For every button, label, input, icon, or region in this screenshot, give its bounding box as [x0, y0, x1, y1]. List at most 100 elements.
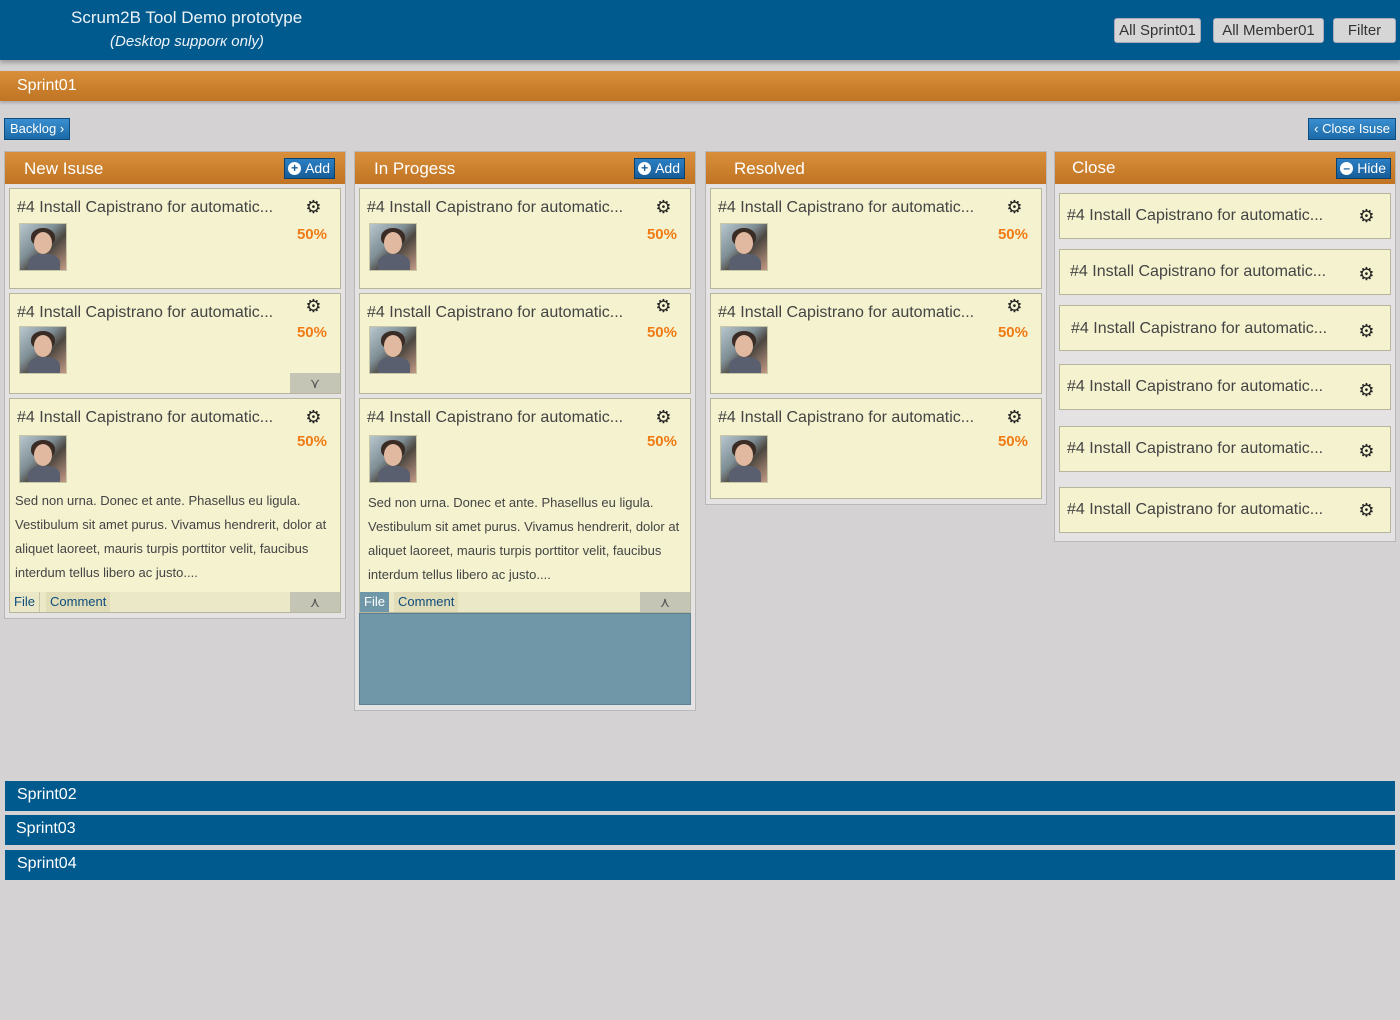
tab-file[interactable]: File [10, 592, 40, 612]
gear-icon[interactable]: ⚙ [305, 297, 322, 315]
add-label: Add [305, 160, 330, 176]
gear-icon[interactable]: ⚙ [1006, 408, 1023, 426]
backlog-button[interactable]: Backlog › [4, 118, 71, 140]
tab-comment[interactable]: Comment [46, 592, 111, 612]
closed-issue-card[interactable]: #4 Install Capistrano for automatic... ⚙ [1059, 193, 1391, 239]
sprint-title: Sprint02 [17, 786, 77, 803]
gear-icon[interactable]: ⚙ [1358, 207, 1375, 225]
closed-issue-card[interactable]: #4 Install Capistrano for automatic... ⚙ [1059, 305, 1391, 351]
minus-icon: – [1340, 162, 1354, 175]
issue-card[interactable]: #4 Install Capistrano for automatic... ⚙… [9, 188, 341, 289]
plus-icon: + [288, 162, 302, 175]
avatar [720, 223, 768, 271]
card-title: #4 Install Capistrano for automatic... [17, 409, 274, 426]
avatar [19, 435, 67, 483]
issue-card[interactable]: #4 Install Capistrano for automatic... ⚙… [710, 398, 1042, 499]
closed-issue-card[interactable]: #4 Install Capistrano for automatic... ⚙ [1059, 364, 1391, 410]
card-title: #4 Install Capistrano for automatic... [1067, 440, 1324, 457]
column-header: Close – Hide [1055, 152, 1395, 184]
app-subtitle: (Desktop supporк only) [110, 33, 264, 50]
card-title: #4 Install Capistrano for automatic... [1067, 378, 1324, 395]
hide-button[interactable]: – Hide [1336, 158, 1391, 179]
chevron-up-icon: ⋏ [659, 594, 671, 610]
all-member-button[interactable]: All Member01 [1213, 18, 1324, 43]
sprint-bar-sprint02[interactable]: Sprint02 [5, 781, 1395, 811]
plus-icon: + [638, 162, 652, 175]
sprint-title: Sprint04 [17, 855, 77, 872]
gear-icon[interactable]: ⚙ [655, 408, 672, 426]
close-issue-button[interactable]: ‹ Close Isuse [1308, 118, 1396, 140]
card-description: Sed non urna. Donec et ante. Phasellus e… [15, 493, 327, 580]
chevron-up-icon: ⋏ [309, 594, 321, 610]
card-title: #4 Install Capistrano for automatic... [367, 199, 624, 216]
progress-percent: 50% [997, 226, 1028, 243]
hide-label: Hide [1357, 160, 1386, 176]
collapse-button[interactable]: ⋏ [640, 592, 690, 612]
chevron-right-icon: › [59, 121, 65, 136]
card-title: #4 Install Capistrano for automatic... [17, 199, 274, 216]
issue-card[interactable]: #4 Install Capistrano for automatic... ⚙… [359, 188, 691, 289]
card-title: #4 Install Capistrano for automatic... [1071, 320, 1328, 337]
sprint-bar-sprint03[interactable]: Sprint03 [5, 815, 1395, 845]
closed-issue-card[interactable]: #4 Install Capistrano for automatic... ⚙ [1059, 426, 1391, 472]
backlog-label: Backlog [10, 121, 57, 136]
gear-icon[interactable]: ⚙ [1358, 322, 1375, 340]
gear-icon[interactable]: ⚙ [305, 198, 322, 216]
all-sprint-button[interactable]: All Sprint01 [1114, 18, 1201, 43]
tab-comment[interactable]: Comment [394, 592, 459, 612]
sprint-title: Sprint03 [16, 820, 76, 837]
progress-percent: 50% [646, 433, 677, 450]
gear-icon[interactable]: ⚙ [655, 198, 672, 216]
card-title: #4 Install Capistrano for automatic... [718, 199, 975, 216]
issue-card[interactable]: #4 Install Capistrano for automatic... ⚙… [710, 188, 1042, 289]
gear-icon[interactable]: ⚙ [1006, 297, 1023, 315]
card-title: #4 Install Capistrano for automatic... [367, 409, 624, 426]
sprint-bar-sprint01[interactable]: Sprint01 [0, 71, 1400, 101]
card-title: #4 Install Capistrano for automatic... [367, 304, 624, 321]
sprint-title: Sprint01 [17, 77, 77, 94]
column-header: In Progess + Add [355, 152, 695, 184]
column-resolved: Resolved #4 Install Capistrano for autom… [705, 151, 1047, 505]
column-new-issue: New Isuse + Add #4 Install Capistrano fo… [4, 151, 346, 619]
filter-button[interactable]: Filter [1333, 18, 1396, 43]
avatar [369, 326, 417, 374]
add-button[interactable]: + Add [634, 158, 685, 179]
gear-icon[interactable]: ⚙ [305, 408, 322, 426]
progress-percent: 50% [296, 226, 327, 243]
card-title: #4 Install Capistrano for automatic... [718, 409, 975, 426]
closed-issue-card[interactable]: #4 Install Capistrano for automatic... ⚙ [1059, 249, 1391, 295]
avatar [720, 435, 768, 483]
issue-card[interactable]: #4 Install Capistrano for automatic... ⚙… [9, 293, 341, 394]
progress-percent: 50% [646, 226, 677, 243]
issue-card-expanded[interactable]: #4 Install Capistrano for automatic... ⚙… [359, 398, 691, 613]
file-panel[interactable] [359, 613, 691, 705]
closed-issue-card[interactable]: #4 Install Capistrano for automatic... ⚙ [1059, 487, 1391, 533]
gear-icon[interactable]: ⚙ [1358, 265, 1375, 283]
issue-card[interactable]: #4 Install Capistrano for automatic... ⚙… [359, 293, 691, 394]
app-title: Scrum2B Tool Demo prototype [71, 8, 303, 27]
card-title: #4 Install Capistrano for automatic... [1067, 501, 1324, 518]
card-title: #4 Install Capistrano for automatic... [718, 304, 975, 321]
gear-icon[interactable]: ⚙ [655, 297, 672, 315]
issue-card-expanded[interactable]: #4 Install Capistrano for automatic... ⚙… [9, 398, 341, 613]
card-title: #4 Install Capistrano for automatic... [1067, 207, 1324, 224]
issue-card[interactable]: #4 Install Capistrano for automatic... ⚙… [710, 293, 1042, 394]
avatar [19, 223, 67, 271]
tab-file[interactable]: File [360, 592, 389, 612]
gear-icon[interactable]: ⚙ [1006, 198, 1023, 216]
collapse-button[interactable]: ⋏ [290, 592, 340, 612]
gear-icon[interactable]: ⚙ [1358, 442, 1375, 460]
chevron-left-icon: ‹ [1314, 121, 1319, 136]
expand-button[interactable]: ⋎ [290, 373, 340, 393]
close-issue-label: Close Isuse [1322, 121, 1390, 136]
gear-icon[interactable]: ⚙ [1358, 381, 1375, 399]
column-title: New Isuse [24, 159, 104, 178]
column-header: Resolved [706, 152, 1046, 184]
gear-icon[interactable]: ⚙ [1358, 501, 1375, 519]
sprint-bar-sprint04[interactable]: Sprint04 [5, 850, 1395, 880]
column-close: Close – Hide #4 Install Capistrano for a… [1054, 151, 1396, 542]
avatar [720, 326, 768, 374]
avatar [369, 435, 417, 483]
app-header: Scrum2B Tool Demo prototype (Desktop sup… [0, 0, 1400, 60]
add-button[interactable]: + Add [284, 158, 335, 179]
